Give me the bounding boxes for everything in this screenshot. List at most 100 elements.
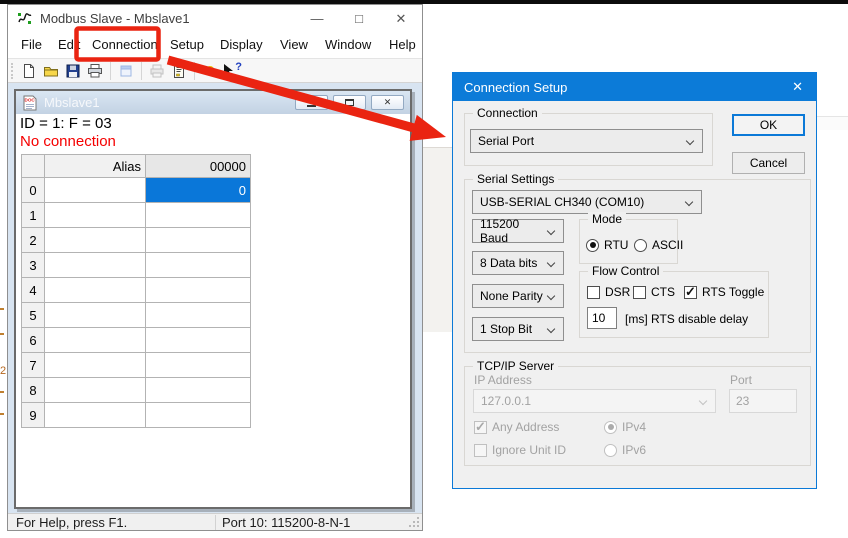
rtu-radio[interactable]: RTU	[586, 238, 628, 252]
chevron-down-icon	[699, 397, 707, 405]
window-title: Modbus Slave - Mbslave1	[40, 11, 296, 26]
checkbox-icon[interactable]	[587, 286, 600, 299]
connection-type-select[interactable]: Serial Port	[470, 129, 703, 153]
row-header[interactable]: 3	[22, 253, 45, 278]
context-help-icon[interactable]: ?	[221, 61, 243, 81]
alias-cell[interactable]	[45, 328, 146, 353]
close-icon[interactable]: ✕	[380, 5, 422, 32]
chevron-down-icon	[547, 292, 555, 300]
dialog-close-icon[interactable]: ✕	[792, 79, 803, 95]
menu-item-help[interactable]: Help	[389, 32, 416, 58]
mbslave1-child-window: DOC Mbslave1 ✕ ID = 1: F = 03 No connect…	[14, 89, 412, 509]
column-header: Alias	[45, 155, 146, 178]
menu-item-connection[interactable]: Connection	[92, 32, 158, 58]
display-definition-icon	[115, 61, 137, 81]
value-cell[interactable]	[146, 228, 251, 253]
background-text-fragment	[0, 308, 4, 310]
child-window-body: ID = 1: F = 03 No connection Alias00000 …	[16, 114, 410, 507]
table-row: 7	[22, 353, 251, 378]
row-header[interactable]: 6	[22, 328, 45, 353]
rts-toggle-label: RTS Toggle	[702, 285, 764, 299]
stop-bits-select[interactable]: 1 Stop Bit	[472, 317, 564, 341]
new-document-icon[interactable]	[18, 61, 40, 81]
ipv4-radio: IPv4	[604, 420, 646, 434]
alias-cell[interactable]	[45, 253, 146, 278]
maximize-icon[interactable]: □	[338, 5, 380, 32]
alias-cell[interactable]	[45, 353, 146, 378]
alias-cell[interactable]	[45, 378, 146, 403]
communication-traffic-icon[interactable]	[168, 61, 190, 81]
value-cell[interactable]	[146, 403, 251, 428]
row-header[interactable]: 5	[22, 303, 45, 328]
row-header[interactable]: 2	[22, 228, 45, 253]
menu-item-file[interactable]: File	[21, 32, 42, 58]
value-cell-selected[interactable]: 0	[146, 178, 251, 203]
rts-toggle-checkbox[interactable]: RTS Toggle	[684, 285, 764, 299]
alias-cell[interactable]	[45, 178, 146, 203]
rts-delay-input[interactable]	[587, 307, 617, 329]
menu-item-edit[interactable]: Edit	[58, 32, 80, 58]
status-bar: For Help, press F1. Port 10: 115200-8-N-…	[8, 513, 422, 530]
serial-settings-group-label: Serial Settings	[473, 172, 558, 186]
value-cell[interactable]	[146, 278, 251, 303]
open-file-icon[interactable]	[40, 61, 62, 81]
value-cell[interactable]	[146, 203, 251, 228]
about-help-icon[interactable]: ?	[199, 61, 221, 81]
child-title-bar: DOC Mbslave1 ✕	[16, 91, 410, 114]
connection-group-label: Connection	[473, 106, 542, 120]
alias-cell[interactable]	[45, 303, 146, 328]
ok-button[interactable]: OK	[732, 114, 805, 136]
ip-address-value: 127.0.0.1	[481, 394, 531, 408]
ipv4-label: IPv4	[622, 420, 646, 434]
row-header[interactable]: 8	[22, 378, 45, 403]
row-header[interactable]: 9	[22, 403, 45, 428]
cts-checkbox[interactable]: CTS	[633, 285, 675, 299]
cancel-button[interactable]: Cancel	[732, 152, 805, 174]
data-bits-select[interactable]: 8 Data bits	[472, 251, 564, 275]
value-cell[interactable]	[146, 303, 251, 328]
toolbar: ? ?	[8, 58, 422, 83]
checkbox-icon[interactable]	[684, 286, 697, 299]
value-cell[interactable]	[146, 353, 251, 378]
tcp-ip-server-group-label: TCP/IP Server	[473, 359, 558, 373]
row-header[interactable]: 7	[22, 353, 45, 378]
child-close-icon[interactable]: ✕	[371, 95, 404, 110]
menu-item-view[interactable]: View	[280, 32, 308, 58]
connection-setup-dialog: Connection Setup ✕ Connection Serial Por…	[452, 72, 817, 489]
radio-icon[interactable]	[586, 239, 599, 252]
radio-icon[interactable]	[634, 239, 647, 252]
background-window-fragment	[817, 116, 848, 130]
row-header[interactable]: 4	[22, 278, 45, 303]
baud-rate-select[interactable]: 115200 Baud	[472, 219, 564, 243]
dsr-checkbox[interactable]: DSR	[587, 285, 630, 299]
column-header: 00000	[146, 155, 251, 178]
value-cell[interactable]	[146, 328, 251, 353]
alias-cell[interactable]	[45, 228, 146, 253]
poll-definition-icon	[146, 61, 168, 81]
background-text-fragment	[0, 413, 4, 415]
child-window-title: Mbslave1	[44, 95, 100, 110]
row-header[interactable]: 1	[22, 203, 45, 228]
alias-cell[interactable]	[45, 403, 146, 428]
minimize-icon[interactable]: —	[296, 5, 338, 32]
checkbox-icon[interactable]	[633, 286, 646, 299]
serial-port-select[interactable]: USB-SERIAL CH340 (COM10)	[472, 190, 702, 214]
print-icon[interactable]	[84, 61, 106, 81]
ipv6-radio: IPv6	[604, 443, 646, 457]
menu-item-setup[interactable]: Setup	[170, 32, 204, 58]
parity-select[interactable]: None Parity	[472, 284, 564, 308]
child-minimize-icon[interactable]	[295, 95, 328, 110]
corner-header	[22, 155, 45, 178]
save-file-icon[interactable]	[62, 61, 84, 81]
alias-cell[interactable]	[45, 278, 146, 303]
data-bits-value: 8 Data bits	[480, 256, 537, 270]
row-header[interactable]: 0	[22, 178, 45, 203]
radio-icon	[604, 421, 617, 434]
value-cell[interactable]	[146, 378, 251, 403]
value-cell[interactable]	[146, 253, 251, 278]
child-restore-icon[interactable]	[333, 95, 366, 110]
menu-item-window[interactable]: Window	[325, 32, 371, 58]
menu-item-display[interactable]: Display	[220, 32, 263, 58]
ascii-radio[interactable]: ASCII	[634, 238, 683, 252]
alias-cell[interactable]	[45, 203, 146, 228]
